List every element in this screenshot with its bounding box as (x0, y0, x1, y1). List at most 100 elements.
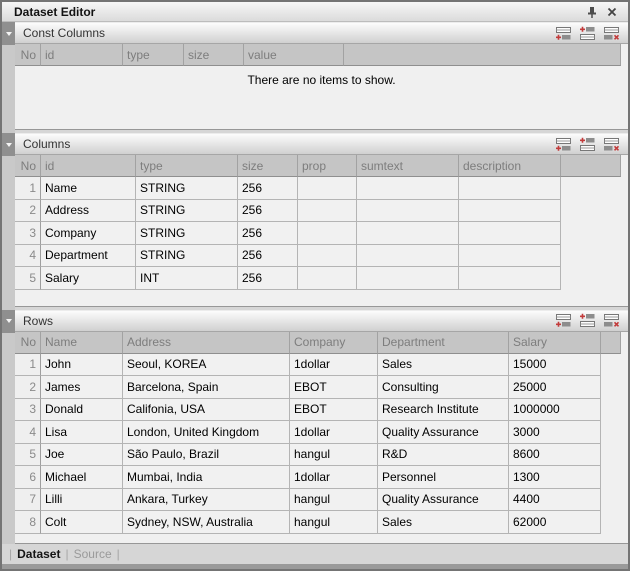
grid-cell[interactable]: Research Institute (378, 399, 509, 422)
collapse-button-const-columns[interactable] (2, 22, 15, 45)
grid-cell[interactable]: STRING (136, 222, 238, 245)
grid-cell[interactable]: Sydney, NSW, Australia (123, 511, 290, 534)
row-number-cell[interactable]: 5 (15, 267, 41, 290)
grid-cell[interactable]: Mumbai, India (123, 466, 290, 489)
grid-cell[interactable]: Consulting (378, 376, 509, 399)
grid-cell[interactable]: Michael (41, 466, 123, 489)
grid-cell[interactable]: 1dollar (290, 354, 378, 377)
grid-cell[interactable] (298, 245, 357, 268)
grid-cell[interactable]: Sales (378, 354, 509, 377)
delete-row-button[interactable] (603, 137, 620, 152)
grid-cell[interactable] (357, 177, 459, 200)
collapse-button-rows[interactable] (2, 310, 15, 333)
grid-cell[interactable]: 256 (238, 222, 298, 245)
grid-cell[interactable]: 256 (238, 245, 298, 268)
grid-cell[interactable]: Name (41, 177, 136, 200)
grid-cell[interactable]: hangul (290, 444, 378, 467)
row-number-cell[interactable]: 4 (15, 421, 41, 444)
add-row-button[interactable] (555, 313, 572, 328)
grid-cell[interactable]: Califonia, USA (123, 399, 290, 422)
grid-cell[interactable]: 1300 (509, 466, 601, 489)
row-number-cell[interactable]: 3 (15, 399, 41, 422)
grid-cell[interactable] (298, 267, 357, 290)
grid-cell[interactable]: STRING (136, 177, 238, 200)
grid-cell[interactable]: 4400 (509, 489, 601, 512)
grid-cell[interactable]: Company (41, 222, 136, 245)
grid-cell[interactable]: Quality Assurance (378, 421, 509, 444)
row-number-cell[interactable]: 7 (15, 489, 41, 512)
grid-cell[interactable] (357, 245, 459, 268)
grid-cell[interactable]: Salary (41, 267, 136, 290)
grid-cell[interactable]: Address (41, 200, 136, 223)
close-button[interactable] (602, 4, 622, 20)
grid-cell[interactable] (298, 222, 357, 245)
delete-row-button[interactable] (603, 313, 620, 328)
grid-cell[interactable] (298, 177, 357, 200)
grid-cell[interactable] (298, 200, 357, 223)
grid-cell[interactable]: 256 (238, 177, 298, 200)
grid-cell[interactable]: R&D (378, 444, 509, 467)
tab-dataset[interactable]: Dataset (14, 547, 63, 561)
grid-cell[interactable]: London, United Kingdom (123, 421, 290, 444)
grid-cell[interactable] (459, 267, 561, 290)
grid-cell[interactable]: 256 (238, 267, 298, 290)
row-number-cell[interactable]: 3 (15, 222, 41, 245)
delete-row-button[interactable] (603, 26, 620, 41)
grid-cell[interactable]: Sales (378, 511, 509, 534)
grid-cell[interactable] (357, 267, 459, 290)
grid-cell[interactable]: Lisa (41, 421, 123, 444)
grid-cell[interactable]: São Paulo, Brazil (123, 444, 290, 467)
grid-cell[interactable]: 1dollar (290, 466, 378, 489)
insert-row-button[interactable] (579, 137, 596, 152)
grid-cell[interactable]: hangul (290, 489, 378, 512)
grid-cell[interactable]: EBOT (290, 399, 378, 422)
insert-row-button[interactable] (579, 313, 596, 328)
grid-cell[interactable]: Seoul, KOREA (123, 354, 290, 377)
grid-cell[interactable] (459, 222, 561, 245)
grid-cell[interactable] (357, 222, 459, 245)
grid-cell[interactable]: STRING (136, 200, 238, 223)
grid-cell[interactable]: INT (136, 267, 238, 290)
grid-cell[interactable]: Quality Assurance (378, 489, 509, 512)
grid-cell[interactable]: John (41, 354, 123, 377)
grid-cell[interactable] (459, 177, 561, 200)
grid-cell[interactable]: 15000 (509, 354, 601, 377)
grid-cell[interactable]: 3000 (509, 421, 601, 444)
grid-cell[interactable]: 256 (238, 200, 298, 223)
grid-cell[interactable]: James (41, 376, 123, 399)
row-number-cell[interactable]: 6 (15, 466, 41, 489)
grid-cell[interactable]: Ankara, Turkey (123, 489, 290, 512)
grid-cell[interactable]: 62000 (509, 511, 601, 534)
grid-cell[interactable]: Lilli (41, 489, 123, 512)
grid-cell[interactable]: 8600 (509, 444, 601, 467)
grid-cell[interactable]: EBOT (290, 376, 378, 399)
row-number-cell[interactable]: 1 (15, 177, 41, 200)
collapse-button-columns[interactable] (2, 133, 15, 156)
grid-cell[interactable]: Joe (41, 444, 123, 467)
grid-cell[interactable] (459, 245, 561, 268)
insert-row-button[interactable] (579, 26, 596, 41)
grid-cell[interactable]: Donald (41, 399, 123, 422)
row-number-cell[interactable]: 2 (15, 200, 41, 223)
grid-cell[interactable] (357, 200, 459, 223)
row-number-cell[interactable]: 8 (15, 511, 41, 534)
grid-cell[interactable]: Colt (41, 511, 123, 534)
add-row-button[interactable] (555, 137, 572, 152)
row-number-cell[interactable]: 1 (15, 354, 41, 377)
grid-cell[interactable]: 25000 (509, 376, 601, 399)
add-row-button[interactable] (555, 26, 572, 41)
row-number-cell[interactable]: 5 (15, 444, 41, 467)
delete-row-icon (603, 137, 620, 152)
grid-cell[interactable]: STRING (136, 245, 238, 268)
pin-button[interactable] (582, 4, 602, 20)
grid-cell[interactable]: Department (41, 245, 136, 268)
grid-cell[interactable]: hangul (290, 511, 378, 534)
grid-cell[interactable] (459, 200, 561, 223)
grid-cell[interactable]: 1dollar (290, 421, 378, 444)
grid-cell[interactable]: Personnel (378, 466, 509, 489)
row-number-cell[interactable]: 2 (15, 376, 41, 399)
grid-cell[interactable]: 1000000 (509, 399, 601, 422)
grid-cell[interactable]: Barcelona, Spain (123, 376, 290, 399)
row-number-cell[interactable]: 4 (15, 245, 41, 268)
tab-source[interactable]: Source (71, 547, 115, 561)
